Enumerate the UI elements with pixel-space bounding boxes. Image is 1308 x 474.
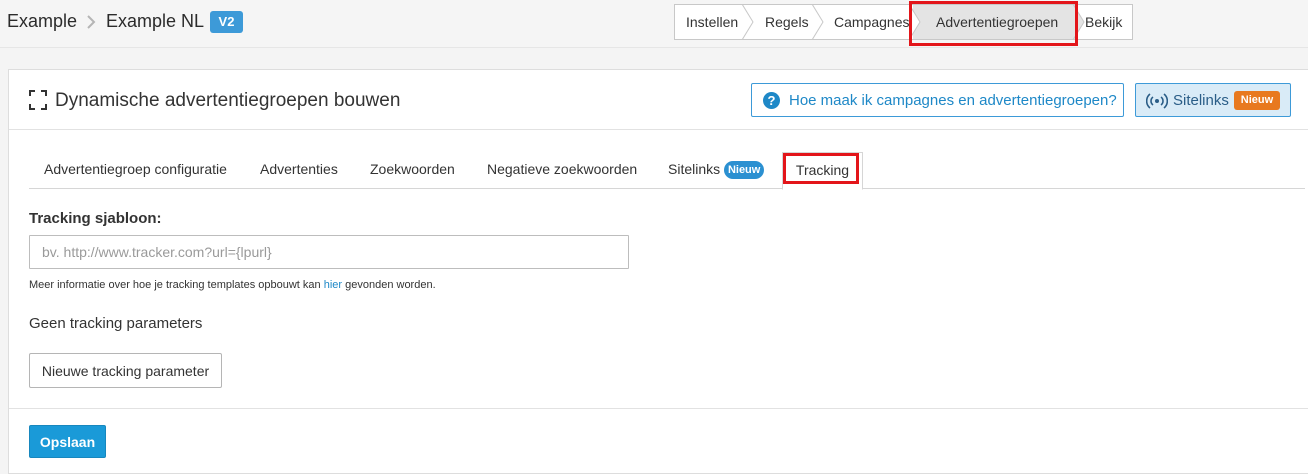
- step-separator: [812, 4, 824, 40]
- step-separator: [742, 4, 754, 40]
- step-instellen[interactable]: Instellen: [686, 5, 738, 39]
- tab-advertenties[interactable]: Advertenties: [260, 152, 338, 189]
- sitelinks-button[interactable]: Sitelinks Nieuw: [1135, 83, 1291, 117]
- help-link[interactable]: hier: [324, 279, 342, 291]
- tab-negatieve-zoekwoorden[interactable]: Negatieve zoekwoorden: [487, 152, 637, 189]
- divider: [9, 408, 1308, 409]
- tracking-template-label: Tracking sjabloon:: [29, 210, 162, 227]
- help-text-suffix: gevonden worden.: [342, 279, 436, 291]
- tab-sitelinks[interactable]: Sitelinks Nieuw: [668, 152, 765, 189]
- no-params-message: Geen tracking parameters: [29, 315, 203, 332]
- breadcrumb-current[interactable]: Example NL: [106, 11, 204, 32]
- step-regels[interactable]: Regels: [765, 5, 809, 39]
- new-tracking-parameter-button[interactable]: Nieuwe tracking parameter: [29, 353, 222, 388]
- tracking-template-input[interactable]: [29, 235, 629, 269]
- tab-zoekwoorden[interactable]: Zoekwoorden: [370, 152, 455, 189]
- question-icon: ?: [763, 92, 780, 109]
- breadcrumb-root[interactable]: Example: [7, 11, 77, 32]
- new-badge: Nieuw: [724, 161, 765, 180]
- page-title: Dynamische advertentiegroepen bouwen: [55, 90, 401, 111]
- step-campagnes[interactable]: Campagnes: [834, 5, 910, 39]
- step-bekijk[interactable]: Bekijk: [1085, 5, 1122, 39]
- top-bar: Example Example NL V2 Instellen Regels C…: [0, 0, 1308, 48]
- chevron-right-icon: [87, 15, 96, 29]
- tab-sitelinks-label: Sitelinks: [668, 161, 721, 177]
- help-button[interactable]: ? Hoe maak ik campagnes en advertentiegr…: [751, 83, 1124, 117]
- expand-icon[interactable]: [29, 90, 47, 110]
- tab-bar: Advertentiegroep configuratie Advertenti…: [29, 152, 1305, 190]
- help-text-prefix: Meer informatie over hoe je tracking tem…: [29, 279, 324, 291]
- panel-header: Dynamische advertentiegroepen bouwen ? H…: [9, 70, 1308, 130]
- highlight-box: [909, 1, 1078, 46]
- new-badge: Nieuw: [1234, 91, 1280, 110]
- save-button[interactable]: Opslaan: [29, 425, 106, 458]
- broadcast-icon: [1146, 93, 1168, 109]
- highlight-box: [783, 153, 859, 184]
- sitelinks-button-label: Sitelinks: [1173, 92, 1229, 109]
- main-panel: Dynamische advertentiegroepen bouwen ? H…: [8, 69, 1308, 474]
- help-button-label: Hoe maak ik campagnes en advertentiegroe…: [789, 92, 1117, 109]
- tracking-help-text: Meer informatie over hoe je tracking tem…: [29, 279, 436, 291]
- version-badge: V2: [210, 11, 243, 33]
- tab-advertentiegroep-configuratie[interactable]: Advertentiegroep configuratie: [44, 152, 227, 189]
